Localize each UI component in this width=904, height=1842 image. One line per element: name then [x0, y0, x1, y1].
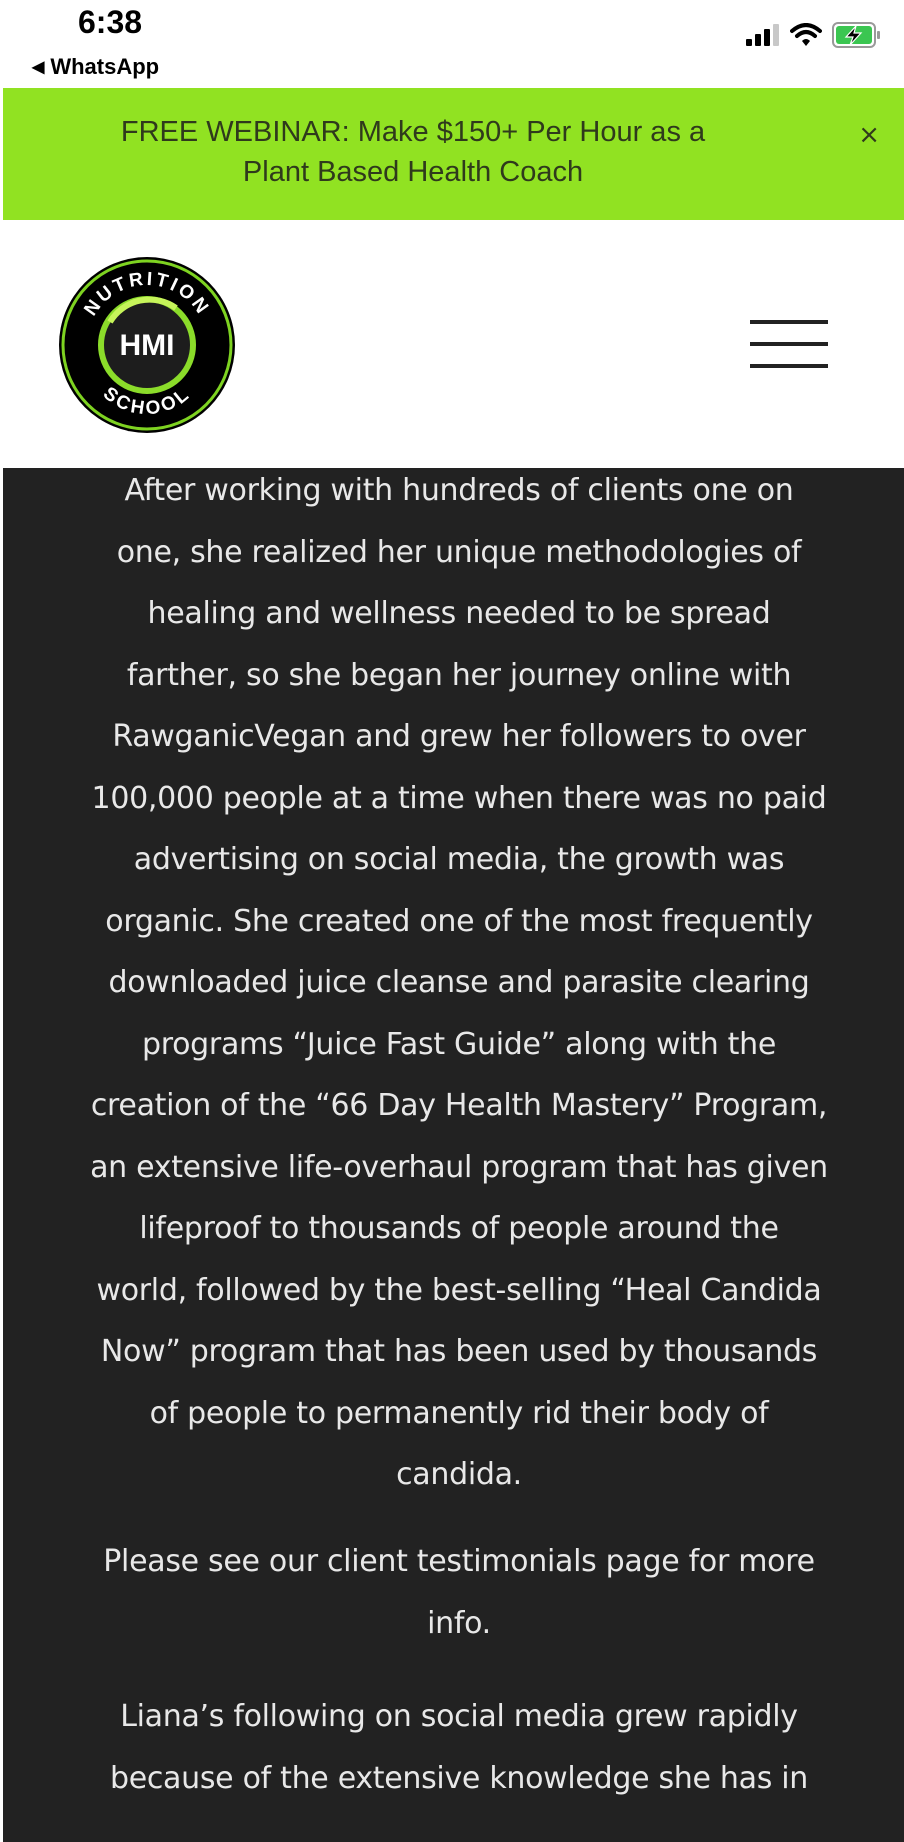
- promo-text[interactable]: FREE WEBINAR: Make $150+ Per Hour as a P…: [93, 112, 733, 192]
- testimonials-paragraph: Please see our client testimonials page …: [103, 1544, 815, 1641]
- status-bar: 6:38 ◀ WhatsApp: [0, 0, 904, 88]
- logo-center-text: HMI: [120, 329, 175, 362]
- back-to-app-button[interactable]: ◀ WhatsApp: [32, 54, 159, 80]
- bio-paragraph: After working with hundreds of clients o…: [90, 473, 828, 1492]
- menu-line: [750, 342, 828, 346]
- close-icon[interactable]: ×: [858, 120, 880, 150]
- menu-line: [750, 320, 828, 324]
- menu-line: [750, 364, 828, 368]
- battery-charging-icon: [832, 22, 880, 48]
- hamburger-menu-icon[interactable]: [750, 320, 830, 372]
- signal-icon: [746, 24, 779, 46]
- promo-banner[interactable]: FREE WEBINAR: Make $150+ Per Hour as a P…: [3, 88, 904, 220]
- wifi-icon: [790, 23, 822, 46]
- status-time: 6:38: [78, 4, 143, 40]
- content-section: After working with hundreds of clients o…: [3, 468, 904, 1842]
- back-app-label: WhatsApp: [50, 54, 160, 79]
- following-paragraph: Liana’s following on social media grew r…: [109, 1699, 809, 1796]
- back-arrow-icon: ◀: [32, 59, 45, 76]
- site-header: NUTRITION HMI SCHOOL: [0, 220, 904, 468]
- hmi-logo[interactable]: NUTRITION HMI SCHOOL: [58, 256, 236, 434]
- status-icons: [746, 22, 882, 48]
